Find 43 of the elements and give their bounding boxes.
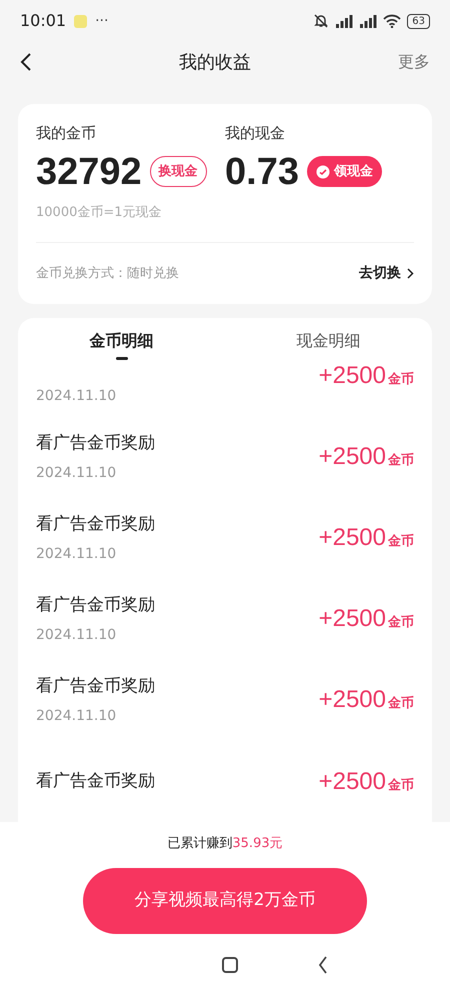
coins-value: 32792 (36, 152, 142, 190)
mute-icon (313, 13, 330, 29)
tab[interactable]: 现金明细 (225, 318, 432, 362)
switch-link[interactable]: 去切换 (359, 263, 414, 284)
record-title: 看广告金币奖励 (36, 594, 155, 618)
coins-label: 我的金币 (36, 123, 97, 144)
page-title: 我的收益 (179, 50, 251, 74)
more-link[interactable]: 更多 (398, 50, 430, 74)
exchange-rate: 10000金币=1元现金 (36, 204, 163, 222)
record-title: 看广告金币奖励 (36, 432, 155, 455)
record-title: 看广告金币奖励 (36, 770, 155, 793)
signal-icon (359, 13, 378, 29)
record-amount: +2500 金币 (318, 523, 414, 554)
total-earned: 已累计赚到35.93元 (167, 835, 283, 853)
record-title: 看广告金币奖励 (36, 675, 155, 698)
cash-label: 我的现金 (225, 123, 286, 144)
home-icon[interactable] (222, 956, 238, 972)
record-date: 2024.11.10 (36, 706, 118, 726)
exchange-mode: 金币兑换方式：随时兑换 (36, 264, 179, 283)
wifi-icon (383, 14, 402, 28)
status-time: 10:01 (20, 10, 66, 32)
record-amount: +2500 金币 (318, 604, 414, 634)
record-date: 2024.11.10 (36, 464, 118, 482)
record-title: 看广告金币奖励 (36, 513, 155, 536)
record-date: 2024.11.10 (36, 544, 118, 564)
record-amount: +2500 金币 (318, 361, 414, 391)
record-date: 2024.11.10 (36, 626, 118, 645)
record-date: 2024.11.10 (36, 386, 116, 406)
claim-cash-button[interactable]: 领现金 (306, 156, 382, 188)
record-amount: +2500 金币 (318, 766, 414, 796)
exchange-cash-button[interactable]: 换现金 (150, 156, 207, 188)
back-icon[interactable] (20, 52, 32, 72)
tab[interactable]: 金币明细 (18, 318, 225, 362)
cash-value: 0.73 (225, 152, 299, 190)
record-amount: +2500 金币 (318, 442, 414, 472)
signal-icon (335, 13, 354, 29)
record-amount: +2500 金币 (318, 685, 414, 716)
chevron-right-icon (407, 268, 414, 279)
back-icon[interactable] (318, 956, 328, 974)
notification-icon (74, 14, 88, 28)
battery-indicator: 63 (407, 14, 430, 28)
share-video-button[interactable]: 分享视频最高得2万金币 (83, 868, 367, 934)
more-notifications: ··· (95, 12, 108, 30)
